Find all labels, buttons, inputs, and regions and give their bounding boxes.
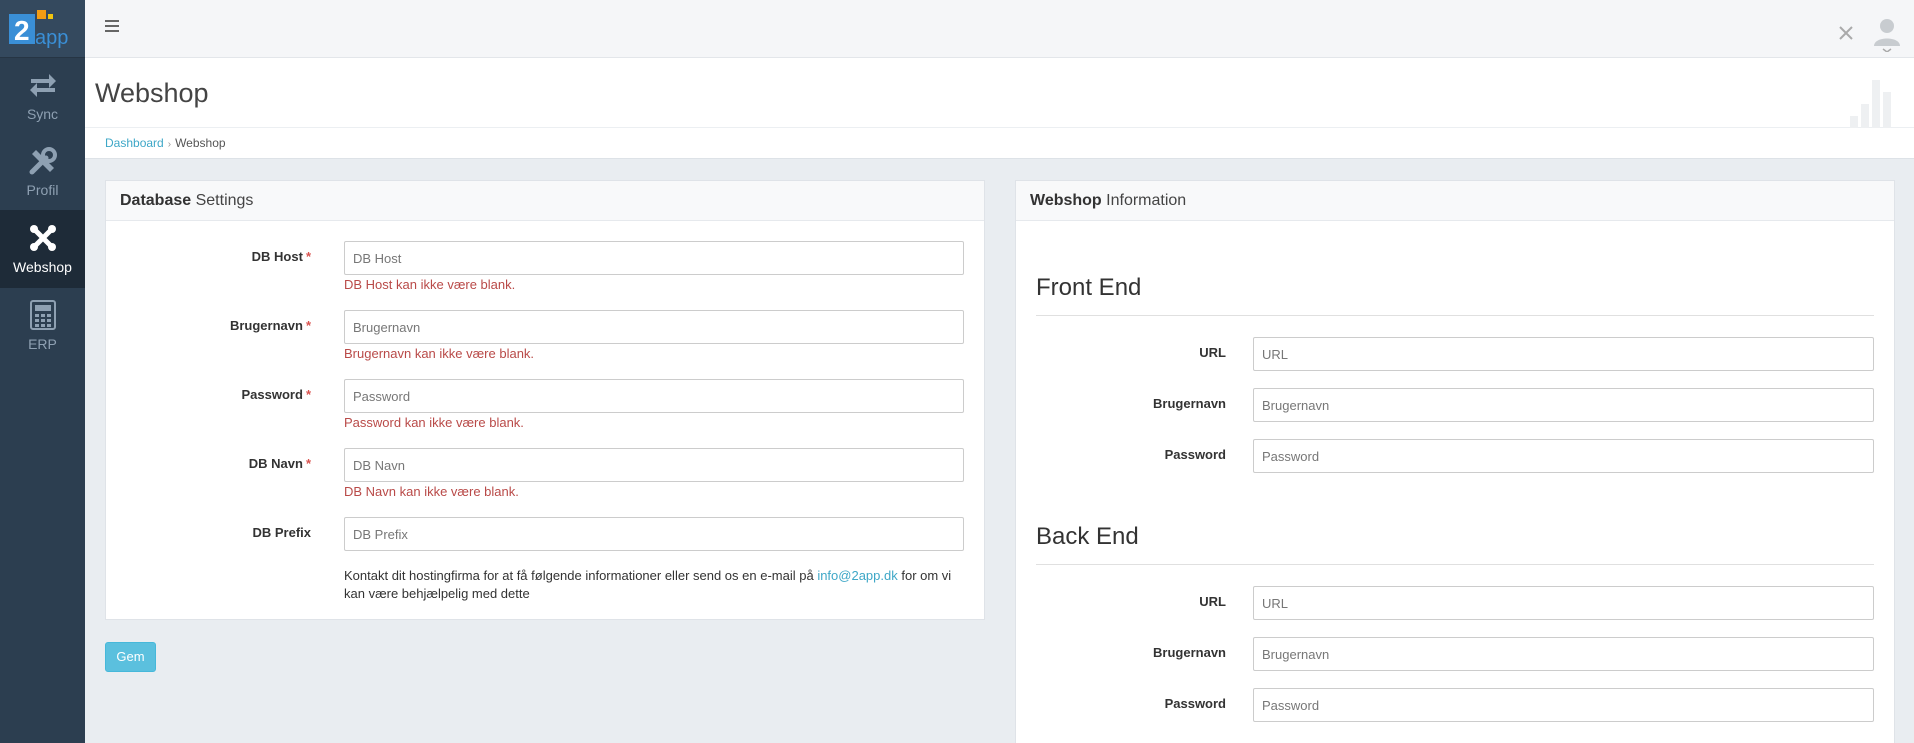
- panel-title-bold: Webshop: [1030, 192, 1102, 209]
- breadcrumb-dashboard-link[interactable]: Dashboard: [105, 136, 164, 150]
- brugernavn-error: Brugernavn kan ikke være blank.: [344, 346, 535, 361]
- sidebar-item-profil[interactable]: Profil: [0, 134, 85, 210]
- panel-title-rest: Information: [1101, 192, 1187, 209]
- front-url-label: URL: [1199, 345, 1226, 360]
- db-navn-input[interactable]: [344, 448, 964, 482]
- panel-title: Webshop Information: [1016, 181, 1894, 221]
- sidebar-item-label: Sync: [26, 106, 59, 122]
- back-password-label: Password: [1164, 696, 1226, 711]
- sidebar-item-label: Profil: [26, 182, 59, 198]
- front-brugernavn-label: Brugernavn: [1153, 396, 1226, 411]
- db-navn-label: DB Navn *: [248, 456, 311, 471]
- user-avatar-icon[interactable]: [1872, 16, 1902, 53]
- tools-icon: [28, 146, 58, 176]
- panel-title: Database Settings: [106, 181, 984, 221]
- password-error: Password kan ikke være blank.: [344, 415, 524, 430]
- db-prefix-input[interactable]: [344, 517, 964, 551]
- page-header: Webshop: [85, 58, 1914, 138]
- page-title: Webshop: [95, 78, 209, 108]
- section-divider: [1036, 564, 1874, 565]
- db-navn-error: DB Navn kan ikke være blank.: [344, 484, 519, 499]
- db-host-label: DB Host *: [251, 249, 311, 264]
- email-link[interactable]: info@2app.dk: [817, 568, 897, 583]
- panel-title-bold: Database: [120, 192, 192, 209]
- app-logo[interactable]: 2 app: [0, 0, 85, 58]
- front-end-heading: Front End: [1036, 274, 1142, 301]
- panel-title-rest: Settings: [191, 192, 254, 209]
- brugernavn-input[interactable]: [344, 310, 964, 344]
- sidebar-item-label: Webshop: [13, 259, 72, 275]
- breadcrumb: Dashboard › Webshop: [85, 128, 1914, 159]
- front-password-input[interactable]: [1253, 439, 1874, 473]
- fullscreen-icon[interactable]: [1838, 25, 1854, 41]
- db-host-error: DB Host kan ikke være blank.: [344, 277, 516, 292]
- front-url-input[interactable]: [1253, 337, 1874, 371]
- sidebar-item-sync[interactable]: Sync: [0, 58, 85, 134]
- svg-text:2: 2: [14, 15, 30, 46]
- db-host-input[interactable]: [344, 241, 964, 275]
- back-brugernavn-label: Brugernavn: [1153, 645, 1226, 660]
- breadcrumb-current: Webshop: [175, 136, 226, 150]
- password-label: Password *: [241, 387, 311, 402]
- help-text: Kontakt dit hostingfirma for at få følge…: [344, 568, 952, 601]
- database-settings-panel: Database Settings DB Host* DB Host kan i…: [105, 180, 985, 620]
- webshop-information-panel: Webshop Information Front End URL Bruger…: [1015, 180, 1895, 743]
- back-brugernavn-input[interactable]: [1253, 637, 1874, 671]
- front-password-label: Password: [1164, 447, 1226, 462]
- back-end-heading: Back End: [1036, 523, 1139, 550]
- sync-arrows-icon: [28, 70, 58, 100]
- sidebar-item-webshop[interactable]: Webshop: [0, 210, 85, 288]
- sidebar: 2 app Sync Profil Webshop ERP: [0, 0, 85, 743]
- db-prefix-label: DB Prefix: [252, 525, 311, 540]
- joomla-icon: [28, 223, 58, 253]
- back-url-input[interactable]: [1253, 586, 1874, 620]
- back-password-input[interactable]: [1253, 688, 1874, 722]
- logo-icon: 2 app: [8, 9, 68, 49]
- sidebar-item-erp[interactable]: ERP: [0, 288, 85, 364]
- password-input[interactable]: [344, 379, 964, 413]
- svg-text:app: app: [35, 27, 68, 49]
- breadcrumb-separator: ›: [167, 139, 172, 150]
- sidebar-item-label: ERP: [28, 336, 57, 352]
- save-button[interactable]: Gem: [105, 642, 156, 672]
- brugernavn-label: Brugernavn *: [229, 318, 311, 333]
- section-divider: [1036, 315, 1874, 316]
- calculator-icon: [28, 300, 58, 330]
- back-url-label: URL: [1199, 594, 1226, 609]
- topbar: [85, 0, 1914, 58]
- hamburger-menu-icon[interactable]: [105, 20, 119, 32]
- front-brugernavn-input[interactable]: [1253, 388, 1874, 422]
